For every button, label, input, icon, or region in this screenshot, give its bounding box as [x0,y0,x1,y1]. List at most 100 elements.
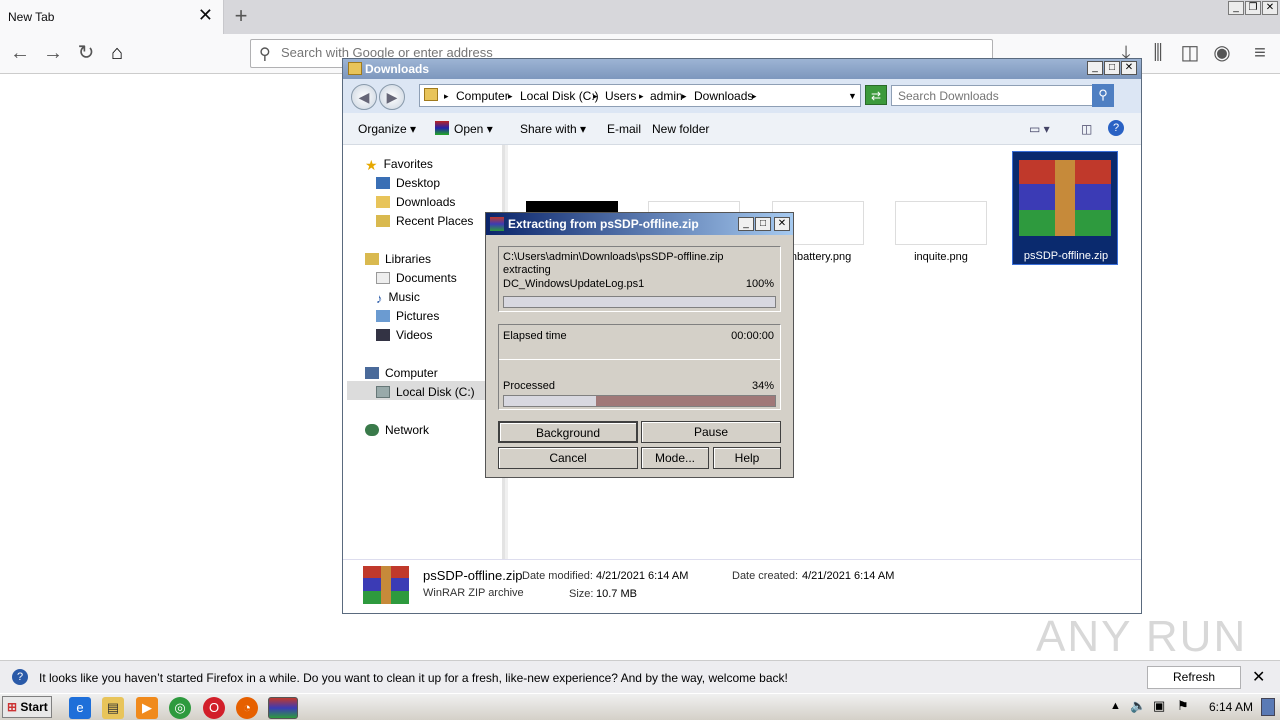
action-text: extracting [503,264,551,276]
account-icon[interactable]: ◉ [1210,42,1234,66]
refresh-firefox-button[interactable]: Refresh Firefox… [1147,666,1241,705]
home-icon[interactable]: ⌂ [105,42,129,66]
close-notification-icon[interactable]: ✕ [1252,667,1265,687]
minimize-icon[interactable]: _ [1228,1,1244,15]
network-tray-icon[interactable]: ▣ [1153,698,1165,714]
nav-videos[interactable]: Videos [376,328,432,342]
cancel-button[interactable]: Cancel [498,447,638,469]
view-icon[interactable]: ▭ ▾ [1029,122,1050,136]
explorer-titlebar[interactable]: Downloads _ □ ✕ [343,59,1141,79]
help-button[interactable]: Help [713,447,781,469]
explorer-taskbar-icon[interactable]: ▤ [102,697,124,719]
notification-text: It looks like you haven’t started Firefo… [39,671,788,685]
flag-icon[interactable]: ⚑ [1177,698,1189,714]
nav-pictures[interactable]: Pictures [376,309,439,323]
search-icon[interactable]: ⚲ [1092,84,1114,107]
ie-icon[interactable]: e [69,697,91,719]
library-icon[interactable]: ⫼ [1146,42,1170,66]
back-icon[interactable]: ← [8,42,32,66]
breadcrumb-downloads[interactable]: Downloads [694,89,753,103]
extract-dialog-titlebar[interactable]: Extracting from psSDP-offline.zip _ □ ✕ [486,213,793,235]
extract-dialog: Extracting from psSDP-offline.zip _ □ ✕ … [485,212,794,478]
organize-button[interactable]: Organize ▾ [358,122,416,136]
media-player-icon[interactable]: ▶ [136,697,158,719]
nav-favorites-label: Favorites [383,157,433,171]
new-tab-icon[interactable]: + [230,4,252,30]
close-window-icon[interactable]: ✕ [1262,1,1278,15]
show-desktop-button[interactable] [1261,698,1275,716]
close-tab-icon[interactable]: ✕ [198,6,213,24]
winrar-taskbar-icon[interactable] [268,697,298,719]
nav-downloads[interactable]: Downloads [376,195,455,209]
volume-icon[interactable]: 🔈 [1130,698,1146,714]
breadcrumb-computer[interactable]: Computer [456,89,509,103]
sidebar-icon[interactable]: ◫ [1178,42,1202,66]
file-item-selected[interactable]: psSDP-offline.zip [1012,151,1118,265]
menu-icon[interactable]: ≡ [1248,42,1272,66]
share-with-button[interactable]: Share with ▾ [520,122,586,136]
firefox-icon[interactable]: ◔ [236,697,258,719]
nav-music[interactable]: ♪ Music [376,290,420,306]
downloads-folder-icon [376,196,390,208]
notification-bar: ? It looks like you haven’t started Fire… [0,660,1280,705]
nav-computer[interactable]: Computer [365,366,438,380]
nav-downloads-label: Downloads [396,195,456,209]
explorer-title: Downloads [365,62,430,76]
email-button[interactable]: E-mail [607,122,641,136]
dialog-minimize-icon[interactable]: _ [738,217,754,231]
opera-icon[interactable]: O [203,697,225,719]
background-button[interactable]: Background [498,421,638,443]
explorer-minimize-icon[interactable]: _ [1087,61,1103,75]
nav-favorites[interactable]: ★ Favorites [365,157,433,173]
chevron-down-icon[interactable]: ▼ [848,91,857,101]
open-button[interactable]: Open ▾ [454,122,493,136]
nav-music-label: Music [388,290,420,304]
dialog-maximize-icon[interactable]: □ [755,217,771,231]
panel-divider [499,359,780,360]
explorer-search-input[interactable] [898,89,1088,103]
desktop-icon [376,177,390,189]
file-thumbnail[interactable] [895,201,987,245]
new-folder-button[interactable]: New folder [652,122,709,136]
winrar-icon [435,121,449,135]
explorer-back-icon[interactable]: ◀ [351,84,377,110]
winrar-archive-icon [363,566,409,604]
explorer-search[interactable]: ⚲ [891,84,1114,107]
reload-icon[interactable]: ↻ [74,42,98,66]
recent-places-icon [376,215,390,227]
mode-button[interactable]: Mode... [641,447,709,469]
nav-libraries[interactable]: Libraries [365,252,431,266]
browser-tab[interactable]: New Tab ✕ [0,0,224,34]
nav-documents[interactable]: Documents [376,271,457,285]
nav-libraries-label: Libraries [385,252,432,266]
nav-desktop[interactable]: Desktop [376,176,440,190]
nav-recent-places[interactable]: Recent Places [376,214,473,228]
breadcrumb-admin[interactable]: admin [650,89,683,103]
nav-local-disk[interactable]: Local Disk (C:) [376,385,475,399]
explorer-close-icon[interactable]: ✕ [1121,61,1137,75]
breadcrumb[interactable]: ▸ Computer ▸ Local Disk (C:) ▸ Users ▸ a… [419,84,861,107]
organize-label: Organize [358,122,407,136]
restore-icon[interactable]: ❐ [1245,1,1261,15]
tray-expand-icon[interactable]: ▲ [1110,700,1121,712]
forward-icon[interactable]: → [41,42,65,66]
help-icon[interactable]: ? [1108,120,1124,136]
file-progress-bar [503,296,776,308]
clock[interactable]: 6:14 AM [1209,700,1253,714]
breadcrumb-local-disk[interactable]: Local Disk (C:) [520,89,599,103]
explorer-maximize-icon[interactable]: □ [1104,61,1120,75]
dialog-close-icon[interactable]: ✕ [774,217,790,231]
nav-network[interactable]: Network [365,423,429,437]
nav-pictures-label: Pictures [396,309,440,323]
nav-videos-label: Videos [396,328,433,342]
explorer-forward-icon[interactable]: ▶ [379,84,405,110]
file-label[interactable]: inquite.png [886,251,996,263]
refresh-icon[interactable]: ⇄ [865,85,887,105]
breadcrumb-users[interactable]: Users [605,89,636,103]
nav-local-disk-label: Local Disk (C:) [396,385,475,399]
start-button[interactable]: ⊞ Start [2,696,52,718]
preview-pane-icon[interactable]: ◫ [1081,122,1092,136]
taskbar: ⊞ Start e ▤ ▶ ◎ O ◔ ▲ 🔈 ▣ ⚑ 6:14 AM [0,693,1280,720]
chrome-icon[interactable]: ◎ [169,697,191,719]
pause-button[interactable]: Pause [641,421,781,443]
